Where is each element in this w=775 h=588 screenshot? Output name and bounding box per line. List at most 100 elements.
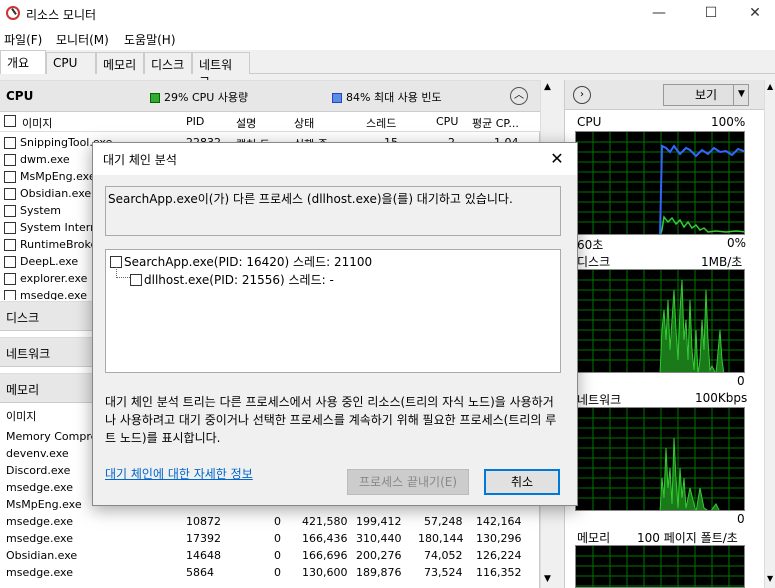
maximize-button[interactable]: ☐ (688, 0, 734, 28)
cpu-section-title: CPU (6, 89, 34, 103)
scroll-up-icon[interactable]: ▲ (767, 82, 773, 91)
process-name: MsMpEng.exe (20, 170, 96, 183)
tree-root-label: SearchApp.exe(PID: 16420) 스레드: 21100 (124, 255, 373, 269)
memory-graph (575, 545, 745, 588)
hard-faults: 0 (274, 532, 281, 545)
row-checkbox[interactable] (4, 205, 16, 217)
row-checkbox[interactable] (4, 222, 16, 234)
menu-bar: 파일(F) 모니터(M) 도움말(H) (0, 28, 775, 50)
cancel-button[interactable]: 취소 (484, 469, 560, 495)
disk-section-title: 디스크 (6, 311, 40, 325)
tab-strip: 개요 CPU 메모리 디스크 네트워크 (0, 50, 775, 89)
row-checkbox[interactable] (4, 290, 16, 300)
process-name: System (20, 204, 62, 217)
row-checkbox[interactable] (4, 239, 16, 251)
tab-network[interactable]: 네트워크 (192, 52, 250, 89)
col-image[interactable]: 이미지 (6, 408, 36, 424)
graph-min: 0 (737, 374, 745, 388)
graph-title: CPU (577, 115, 602, 129)
row-checkbox[interactable] (4, 171, 16, 183)
process-pid: 10872 (186, 515, 221, 528)
process-name: dwm.exe (20, 153, 70, 166)
tree-child-checkbox[interactable] (130, 274, 142, 286)
shareable: 180,144 (418, 532, 464, 545)
row-checkbox[interactable] (4, 273, 16, 285)
cpu-section-header[interactable]: CPU 29% CPU 사용량 84% 최대 사용 빈도 ︿ (0, 80, 540, 112)
graph-min: 0% (727, 236, 747, 250)
close-icon[interactable]: ✕ (545, 147, 569, 171)
graph-title: 메모리 (577, 531, 611, 545)
right-scrollbar[interactable]: ▲ ▼ (764, 80, 775, 588)
tree-child-node[interactable]: dllhost.exe(PID: 21556) 스레드: - (130, 271, 334, 288)
process-pid: 5864 (186, 566, 214, 579)
col-pid[interactable]: PID (186, 115, 204, 128)
graph-max: 100 페이지 폴트/초 (637, 531, 738, 545)
col-status[interactable]: 상태 (294, 115, 314, 131)
tree-root-node[interactable]: SearchApp.exe(PID: 16420) 스레드: 21100 (110, 253, 372, 270)
tab-overview[interactable]: 개요 (0, 50, 46, 74)
process-pid: 17392 (186, 532, 221, 545)
menu-monitor[interactable]: 모니터(M) (56, 31, 109, 48)
col-cpu[interactable]: CPU (436, 115, 458, 128)
tab-cpu[interactable]: CPU (46, 52, 96, 74)
scroll-up-icon[interactable]: ▲ (544, 82, 551, 92)
working-set: 310,440 (356, 532, 402, 545)
minimize-button[interactable]: — (636, 0, 682, 28)
private: 142,164 (476, 515, 522, 528)
graph-title: 네트워크 (577, 393, 622, 407)
dialog-description: 대기 체인 분석 트리는 다른 프로세스에서 사용 중인 리소스(트리의 자식 … (105, 395, 557, 445)
tab-disk[interactable]: 디스크 (144, 52, 192, 74)
process-name: msedge.exe (6, 566, 73, 579)
process-name: msedge.exe (6, 532, 73, 545)
table-row[interactable]: Obsidian.exe 14648 0 166,696 200,276 74,… (0, 548, 540, 565)
help-link[interactable]: 대기 체인에 대한 자세한 정보 (105, 465, 253, 482)
graph-title: 디스크 (577, 255, 611, 269)
table-row[interactable]: msedge.exe 5864 0 130,600 189,876 73,524… (0, 565, 540, 582)
scroll-down-icon[interactable]: ▼ (544, 574, 551, 584)
col-image[interactable]: 이미지 (22, 115, 52, 131)
wait-message: SearchApp.exe이(가) 다른 프로세스 (dllhost.exe)을… (105, 186, 561, 236)
row-checkbox[interactable] (4, 188, 16, 200)
col-avg-cpu[interactable]: 평균 CP... (472, 115, 519, 131)
dialog-title: 대기 체인 분석 (103, 153, 177, 167)
window-title: 리소스 모니터 (26, 8, 97, 22)
tab-memory[interactable]: 메모리 (96, 52, 144, 74)
disk-graph (575, 269, 745, 373)
cpu-usage-indicator: 29% CPU 사용량 (150, 89, 248, 105)
cpu-graph (575, 131, 745, 235)
hard-faults: 0 (274, 515, 281, 528)
shareable: 57,248 (424, 515, 463, 528)
commit: 166,696 (302, 549, 348, 562)
process-name: DeepL.exe (20, 255, 79, 268)
col-description[interactable]: 설명 (236, 115, 256, 131)
end-process-button[interactable]: 프로세스 끝내기(E) (347, 469, 469, 495)
select-all-checkbox[interactable] (4, 115, 16, 127)
table-row[interactable]: msedge.exe 10872 0 421,580 199,412 57,24… (0, 514, 540, 531)
collapse-cpu-icon[interactable]: ︿ (510, 87, 528, 105)
scroll-down-icon[interactable]: ▼ (767, 574, 773, 583)
close-button[interactable]: ✕ (732, 0, 775, 28)
col-threads[interactable]: 스레드 (366, 115, 396, 131)
working-set: 189,876 (356, 566, 402, 579)
wait-chain-dialog: 대기 체인 분석 ✕ SearchApp.exe이(가) 다른 프로세스 (dl… (92, 142, 578, 506)
table-row[interactable]: msedge.exe 17392 0 166,436 310,440 180,1… (0, 531, 540, 548)
row-checkbox[interactable] (4, 256, 16, 268)
process-name: Obsidian.exe (20, 187, 92, 200)
row-checkbox[interactable] (4, 137, 16, 149)
menu-help[interactable]: 도움말(H) (124, 31, 176, 48)
collapse-pane-icon[interactable]: › (573, 86, 591, 104)
title-bar: 리소스 모니터 — ☐ ✕ (0, 0, 775, 28)
graph-max: 100Kbps (695, 391, 748, 405)
shareable: 74,052 (424, 549, 463, 562)
view-dropdown-icon[interactable]: ▼ (733, 84, 749, 106)
working-set: 199,412 (356, 515, 402, 528)
row-checkbox[interactable] (4, 154, 16, 166)
network-section-title: 네트워크 (6, 347, 51, 361)
graph-min: 0 (737, 512, 745, 526)
working-set: 200,276 (356, 549, 402, 562)
hard-faults: 0 (274, 549, 281, 562)
menu-file[interactable]: 파일(F) (4, 31, 42, 48)
cpu-freq-text: 84% 최대 사용 빈도 (346, 91, 442, 104)
wait-chain-tree[interactable]: SearchApp.exe(PID: 16420) 스레드: 21100 dll… (105, 249, 561, 373)
process-name: Discord.exe (6, 464, 71, 477)
